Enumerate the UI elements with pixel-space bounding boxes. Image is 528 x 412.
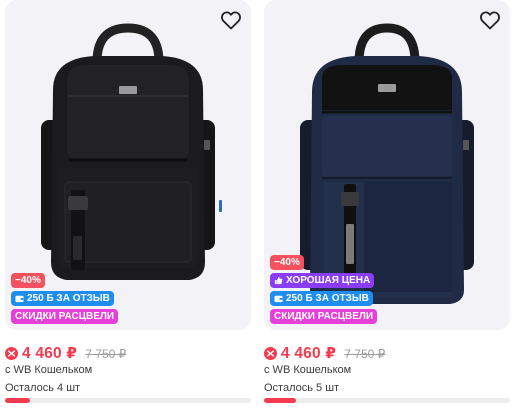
wallet-icon <box>15 295 24 303</box>
product-card[interactable]: −40% ХОРОШАЯ ЦЕНА 250 Б ЗА ОТЗЫВ СКИДКИ … <box>264 0 510 412</box>
stock-bar-fill <box>264 398 296 403</box>
badges: −40% ХОРОШАЯ ЦЕНА 250 Б ЗА ОТЗЫВ СКИДКИ … <box>270 255 378 324</box>
product-card[interactable]: −40% 250 Б ЗА ОТЗЫВ СКИДКИ РАСЦВЕЛИ 4 46… <box>5 0 251 412</box>
good-price-badge: ХОРОШАЯ ЦЕНА <box>270 273 375 288</box>
review-bonus-badge: 250 Б ЗА ОТЗЫВ <box>11 291 114 306</box>
wb-wallet-icon <box>5 347 18 360</box>
promo-badge: СКИДКИ РАСЦВЕЛИ <box>11 309 119 324</box>
old-price: 7 750 ₽ <box>85 346 127 361</box>
discount-badge: −40% <box>11 273 45 288</box>
thumbs-up-icon <box>274 276 283 285</box>
favorite-heart-icon[interactable] <box>478 8 502 32</box>
wallet-icon <box>274 295 283 303</box>
stock-left: Осталось 4 шт <box>5 382 81 394</box>
product-image[interactable]: −40% ХОРОШАЯ ЦЕНА 250 Б ЗА ОТЗЫВ СКИДКИ … <box>264 0 510 330</box>
wb-wallet-icon <box>264 347 277 360</box>
favorite-heart-icon[interactable] <box>219 8 243 32</box>
price: 4 460 ₽ <box>22 345 78 362</box>
promo-badge: СКИДКИ РАСЦВЕЛИ <box>270 309 378 324</box>
stock-left: Осталось 5 шт <box>264 382 340 394</box>
review-bonus-badge: 250 Б ЗА ОТЗЫВ <box>270 291 373 306</box>
price: 4 460 ₽ <box>281 345 337 362</box>
stock-bar-fill <box>5 398 30 403</box>
discount-badge: −40% <box>270 255 304 270</box>
stock-bar <box>264 398 510 403</box>
price-row: 4 460 ₽ 7 750 ₽ <box>264 344 385 363</box>
wallet-note: с WB Кошельком <box>5 364 93 376</box>
stock-bar <box>5 398 251 403</box>
wallet-note: с WB Кошельком <box>264 364 352 376</box>
old-price: 7 750 ₽ <box>344 346 386 361</box>
badges: −40% 250 Б ЗА ОТЗЫВ СКИДКИ РАСЦВЕЛИ <box>11 273 119 324</box>
product-image[interactable]: −40% 250 Б ЗА ОТЗЫВ СКИДКИ РАСЦВЕЛИ <box>5 0 251 330</box>
price-row: 4 460 ₽ 7 750 ₽ <box>5 344 126 363</box>
